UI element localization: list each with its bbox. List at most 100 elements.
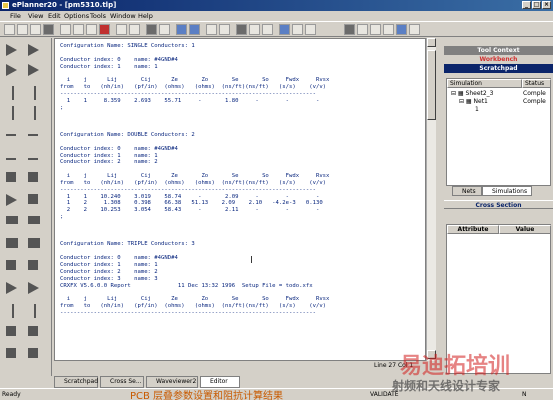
- main-toolbar: [0, 21, 553, 37]
- component-icon[interactable]: [249, 24, 260, 35]
- menu-help[interactable]: Help: [138, 12, 153, 20]
- attribute-column-header[interactable]: Attribute: [447, 225, 499, 234]
- zoom-in-icon[interactable]: [176, 24, 187, 35]
- workbench-tab[interactable]: Workbench: [444, 55, 553, 64]
- inductor-icon[interactable]: [6, 106, 20, 120]
- simulate-icon[interactable]: [279, 24, 290, 35]
- driver-icon[interactable]: [6, 64, 20, 78]
- wire-icon[interactable]: [236, 24, 247, 35]
- new-file-icon[interactable]: [4, 24, 15, 35]
- capacitor-icon[interactable]: [28, 128, 42, 142]
- value-column-header[interactable]: Value: [499, 225, 551, 234]
- coupled-line-icon[interactable]: [6, 238, 20, 252]
- tree-item-sheet[interactable]: ⊟ ▦ Sheet2_3: [451, 90, 494, 97]
- panel-tabs: Nets Simulations: [446, 186, 551, 197]
- buffer-icon[interactable]: [28, 44, 42, 58]
- align-icon[interactable]: [219, 24, 230, 35]
- component-palette: [0, 38, 52, 376]
- buffer-icon[interactable]: [6, 44, 20, 58]
- diode-icon[interactable]: [6, 194, 20, 208]
- undo-icon[interactable]: [116, 24, 127, 35]
- tab-simulations[interactable]: Simulations: [482, 186, 532, 196]
- menu-tools[interactable]: Tools: [90, 12, 106, 20]
- paste-icon[interactable]: [86, 24, 97, 35]
- report-icon[interactable]: [305, 24, 316, 35]
- menu-options[interactable]: Options: [64, 12, 89, 20]
- text-cursor-icon: I: [250, 255, 253, 266]
- save-icon[interactable]: [30, 24, 41, 35]
- ground-icon[interactable]: [28, 150, 42, 164]
- source-icon[interactable]: [6, 172, 20, 186]
- grid-icon[interactable]: [206, 24, 217, 35]
- editor-text: Configuration Name: SINGLE Conductors: 1…: [60, 43, 330, 316]
- status-text: Ready: [2, 391, 21, 398]
- package-icon[interactable]: [6, 348, 20, 362]
- help-icon[interactable]: [396, 24, 407, 35]
- preview-icon[interactable]: [357, 24, 368, 35]
- redo-icon[interactable]: [129, 24, 140, 35]
- probe-icon[interactable]: [28, 304, 42, 318]
- terminator-icon[interactable]: [28, 326, 42, 340]
- tree-item-leaf[interactable]: 1: [475, 106, 479, 113]
- tab-nets[interactable]: Nets: [452, 186, 482, 196]
- capacitor-icon[interactable]: [6, 128, 20, 142]
- via-icon[interactable]: [6, 260, 20, 274]
- print-icon[interactable]: [43, 24, 54, 35]
- zoom-out-icon[interactable]: [189, 24, 200, 35]
- simulation-column-header[interactable]: Simulation: [447, 79, 522, 88]
- connector-icon[interactable]: [6, 282, 20, 296]
- menu-window[interactable]: Window: [110, 12, 136, 20]
- scroll-up-arrow-icon[interactable]: [427, 38, 436, 47]
- doc-tab-scratchpad[interactable]: Scratchpad: [54, 376, 98, 388]
- tree-item-status: Comple: [523, 98, 546, 105]
- menu-file[interactable]: File: [10, 12, 21, 20]
- receiver-icon[interactable]: [28, 64, 42, 78]
- menu-bar: File View Edit Options Tools Window Help: [0, 11, 553, 21]
- scratchpad-tab[interactable]: Scratchpad: [444, 64, 553, 73]
- menu-view[interactable]: View: [28, 12, 43, 20]
- scroll-thumb[interactable]: [427, 50, 436, 120]
- package-icon[interactable]: [28, 348, 42, 362]
- find-icon[interactable]: [146, 24, 157, 35]
- transmission-line-icon[interactable]: [6, 216, 20, 230]
- layers-icon[interactable]: [370, 24, 381, 35]
- tool-context-header: Tool Context: [444, 46, 553, 55]
- report-editor[interactable]: Configuration Name: SINGLE Conductors: 1…: [54, 38, 426, 361]
- simulation-tree[interactable]: Simulation Status ⊟ ▦ Sheet2_3 Comple ⊟ …: [446, 78, 551, 186]
- copy-icon[interactable]: [73, 24, 84, 35]
- editor-vertical-scrollbar[interactable]: [426, 38, 436, 361]
- delete-icon[interactable]: [99, 24, 110, 35]
- close-button[interactable]: ×: [542, 1, 551, 9]
- tree-item-net[interactable]: ⊟ ▦ Net1: [459, 98, 488, 105]
- status-column-header[interactable]: Status: [522, 79, 551, 88]
- ground-icon[interactable]: [6, 150, 20, 164]
- connector-icon[interactable]: [28, 282, 42, 296]
- properties-icon[interactable]: [383, 24, 394, 35]
- menu-edit[interactable]: Edit: [48, 12, 61, 20]
- inductor-icon[interactable]: [28, 106, 42, 120]
- tree-item-status: Comple: [523, 90, 546, 97]
- resistor-icon[interactable]: [28, 86, 42, 100]
- cross-section-header[interactable]: Cross Section: [444, 200, 553, 209]
- watermark-logo: 易迪拓培训: [400, 354, 511, 379]
- app-icon: [2, 2, 9, 9]
- window-title: ePlanner20 - [pm5310.tlp]: [12, 1, 117, 9]
- maximize-button[interactable]: □: [532, 1, 541, 9]
- coupled-line-icon[interactable]: [28, 238, 42, 252]
- printer-icon[interactable]: [344, 24, 355, 35]
- resistor-icon[interactable]: [6, 86, 20, 100]
- net-icon[interactable]: [262, 24, 273, 35]
- open-folder-icon[interactable]: [17, 24, 28, 35]
- about-icon[interactable]: [409, 24, 420, 35]
- via-icon[interactable]: [28, 260, 42, 274]
- minimize-button[interactable]: _: [522, 1, 531, 9]
- probe-icon[interactable]: [6, 304, 20, 318]
- waveform-icon[interactable]: [292, 24, 303, 35]
- figure-caption: PCB 层叠参数设置和阻抗计算结果: [130, 391, 284, 400]
- cut-icon[interactable]: [60, 24, 71, 35]
- terminator-icon[interactable]: [6, 326, 20, 340]
- diode-icon[interactable]: [28, 194, 42, 208]
- replace-icon[interactable]: [159, 24, 170, 35]
- transmission-line-icon[interactable]: [28, 216, 42, 230]
- source-icon[interactable]: [28, 172, 42, 186]
